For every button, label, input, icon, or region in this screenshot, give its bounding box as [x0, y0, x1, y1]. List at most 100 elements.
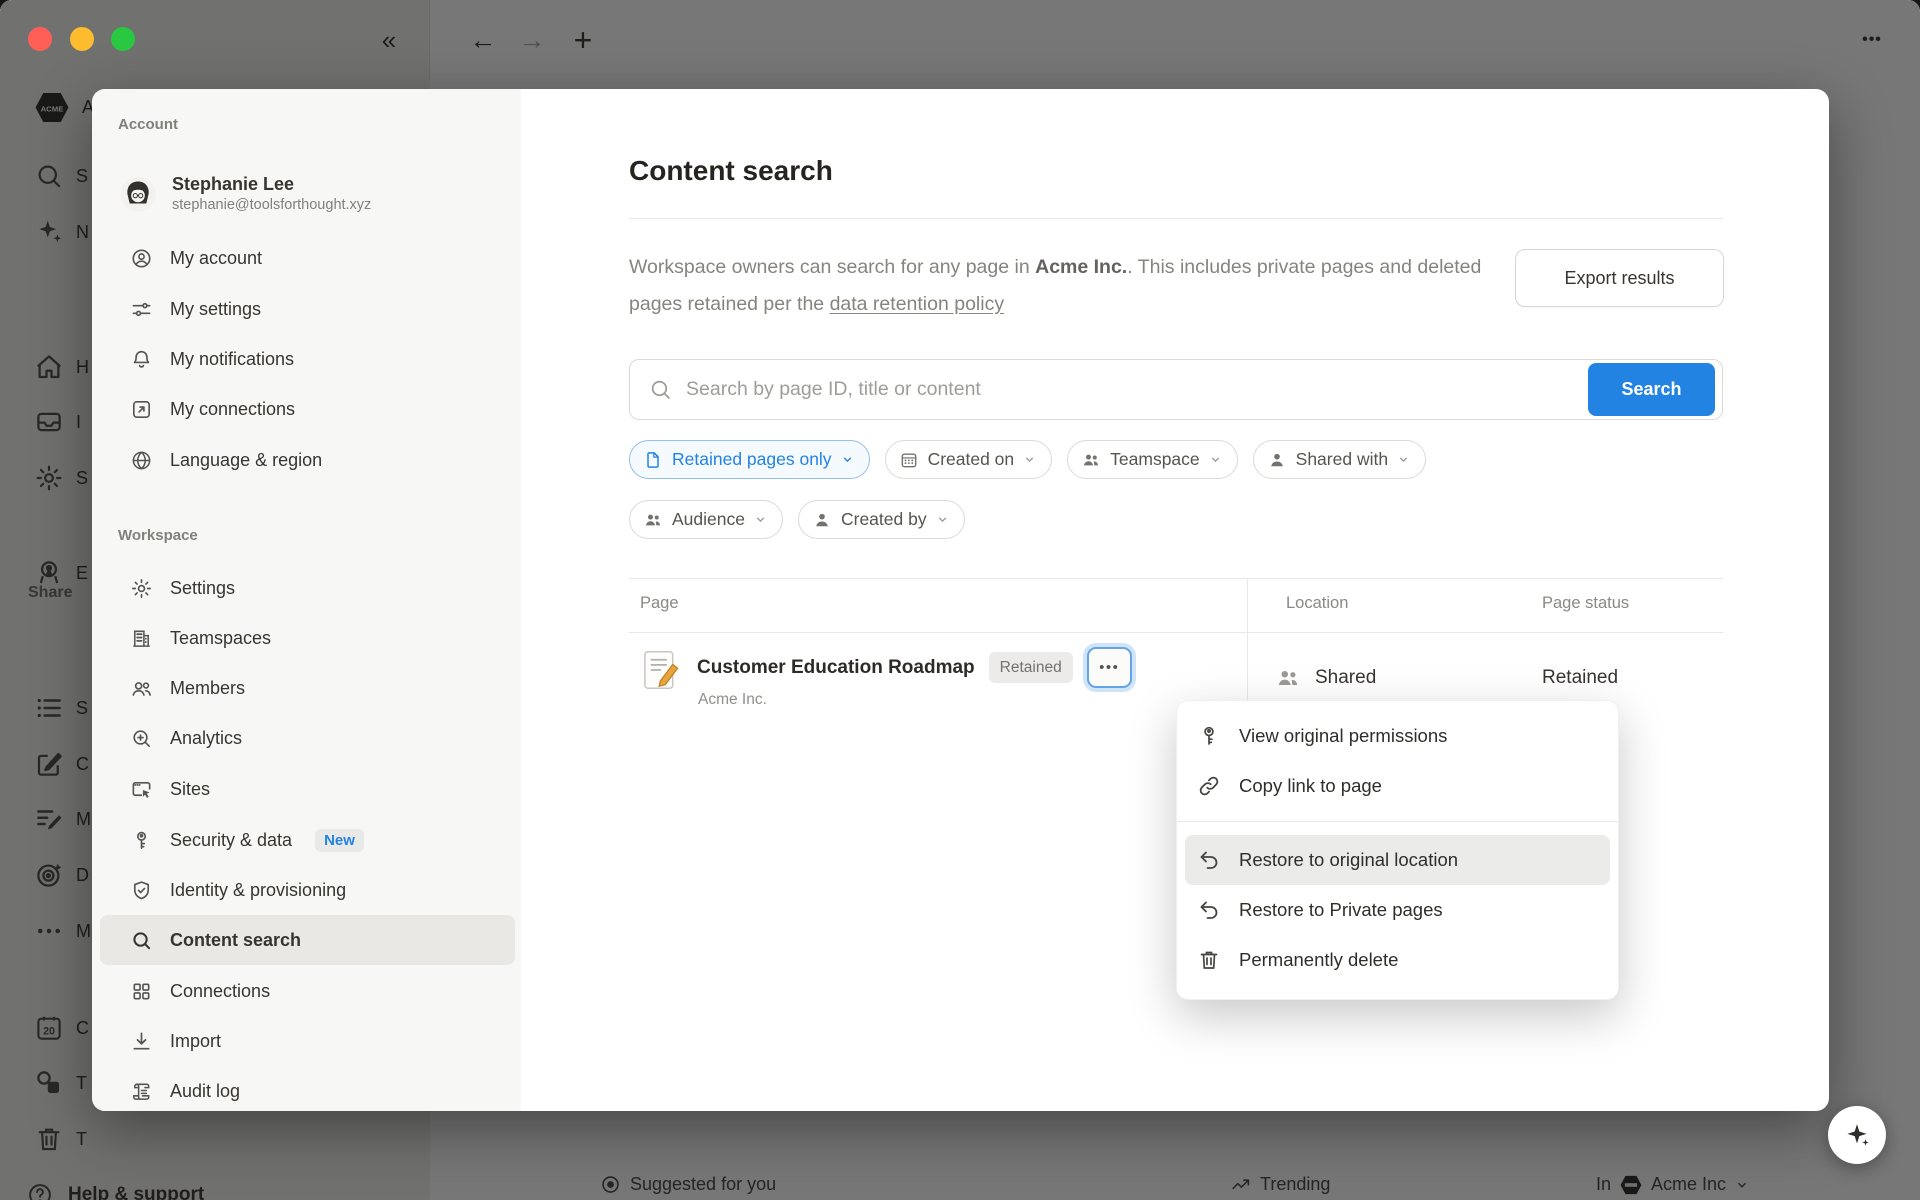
menu-item-permanently-delete[interactable]: Permanently delete	[1185, 935, 1610, 985]
filter-chip-created-on[interactable]: Created on	[885, 440, 1053, 479]
nav-item-my-connections[interactable]: My connections	[100, 384, 515, 434]
desc-part: Workspace owners can search for any page…	[629, 256, 1035, 278]
bell-icon	[130, 348, 153, 371]
person-icon	[812, 510, 832, 530]
nav-item-label: Sites	[170, 779, 210, 800]
menu-divider	[1177, 821, 1618, 822]
chevron-down-icon	[754, 513, 767, 526]
close-window-button[interactable]	[28, 27, 52, 51]
nav-item-label: Settings	[170, 578, 235, 599]
nav-item-label: Audit log	[170, 1081, 240, 1102]
gear-icon	[130, 577, 153, 600]
nav-item-label: Members	[170, 678, 245, 699]
chip-label: Audience	[672, 509, 745, 530]
search-input[interactable]	[629, 359, 1723, 420]
menu-item-copy-link-to-page[interactable]: Copy link to page	[1185, 761, 1610, 811]
export-results-button[interactable]: Export results	[1515, 249, 1724, 307]
nav-item-teamspaces[interactable]: Teamspaces	[100, 613, 515, 663]
scroll-icon	[130, 1080, 153, 1103]
document-icon	[643, 450, 663, 470]
nav-item-members[interactable]: Members	[100, 663, 515, 713]
nav-item-label: Language & region	[170, 450, 322, 471]
chevron-down-icon	[841, 453, 854, 466]
retained-badge: Retained	[989, 652, 1073, 683]
menu-item-label: Copy link to page	[1239, 775, 1382, 797]
screen: « ← → + ••• ACME A S N H	[0, 0, 1920, 1200]
divider	[629, 218, 1723, 219]
nav-item-audit-log[interactable]: Audit log	[100, 1066, 515, 1116]
nav-user-row[interactable]: Stephanie Lee stephanie@toolsforthought.…	[100, 166, 515, 222]
description-text: Workspace owners can search for any page…	[629, 249, 1489, 323]
people-icon	[1081, 450, 1101, 470]
nav-item-identity-provisioning[interactable]: Identity & provisioning	[100, 865, 515, 915]
chip-label: Retained pages only	[672, 449, 832, 470]
menu-item-restore-to-private-pages[interactable]: Restore to Private pages	[1185, 885, 1610, 935]
row-actions-button[interactable]: •••	[1087, 647, 1132, 688]
menu-item-label: Permanently delete	[1239, 949, 1398, 971]
key-icon	[1197, 724, 1221, 748]
nav-item-my-account[interactable]: My account	[100, 233, 515, 283]
nav-item-settings[interactable]: Settings	[100, 563, 515, 613]
trash-icon	[1197, 948, 1221, 972]
column-header-page-status: Page status	[1542, 594, 1629, 613]
search-button[interactable]: Search	[1588, 363, 1715, 416]
nav-item-label: Identity & provisioning	[170, 880, 346, 901]
magnifier-plus-icon	[130, 727, 153, 750]
nav-item-label: Security & data	[170, 830, 292, 851]
filter-chip-retained-pages-only[interactable]: Retained pages only	[629, 440, 870, 479]
menu-item-label: Restore to original location	[1239, 849, 1458, 871]
table-top-border	[629, 578, 1723, 579]
menu-item-restore-to-original-location[interactable]: Restore to original location	[1185, 835, 1610, 885]
nav-item-import[interactable]: Import	[100, 1016, 515, 1066]
grid-icon	[130, 980, 153, 1003]
people-icon	[643, 510, 663, 530]
nav-item-label: Connections	[170, 981, 270, 1002]
page-workspace-cell: Acme Inc.	[698, 691, 767, 709]
nav-item-my-notifications[interactable]: My notifications	[100, 334, 515, 384]
chevron-down-icon	[1209, 453, 1222, 466]
nav-item-analytics[interactable]: Analytics	[100, 713, 515, 763]
filter-chip-teamspace[interactable]: Teamspace	[1067, 440, 1238, 479]
filter-chip-audience[interactable]: Audience	[629, 500, 783, 539]
settings-nav: Account Stephanie Lee stephanie@toolsfor…	[92, 89, 521, 1111]
search-icon	[130, 929, 153, 952]
search-bar: Search	[629, 359, 1723, 420]
nav-section-workspace: Workspace	[118, 527, 198, 544]
browser-cursor-icon	[130, 778, 153, 801]
content-search-panel: Content search Workspace owners can sear…	[521, 89, 1829, 1111]
filter-chip-created-by[interactable]: Created by	[798, 500, 965, 539]
chip-label: Teamspace	[1110, 449, 1200, 470]
shield-check-icon	[130, 879, 153, 902]
nav-item-label: My settings	[170, 299, 261, 320]
nav-item-connections[interactable]: Connections	[100, 966, 515, 1016]
nav-item-language-region[interactable]: Language & region	[100, 435, 515, 485]
person-circle-icon	[130, 247, 153, 270]
ai-assistant-button[interactable]	[1828, 1106, 1886, 1164]
page-title-cell[interactable]: Customer Education Roadmap	[697, 657, 975, 679]
nav-item-content-search[interactable]: Content search	[100, 915, 515, 965]
page-title: Content search	[629, 155, 833, 187]
zoom-window-button[interactable]	[111, 27, 135, 51]
nav-item-label: My connections	[170, 399, 295, 420]
globe-icon	[130, 449, 153, 472]
people-icon	[130, 677, 153, 700]
data-retention-policy-link[interactable]: data retention policy	[830, 293, 1005, 315]
nav-item-sites[interactable]: Sites	[100, 764, 515, 814]
minimize-window-button[interactable]	[70, 27, 94, 51]
workspace-name-bold: Acme Inc.	[1035, 256, 1127, 278]
chevron-down-icon	[1397, 453, 1410, 466]
chip-label: Created by	[841, 509, 927, 530]
arrow-up-right-box-icon	[130, 398, 153, 421]
filter-chip-shared-with[interactable]: Shared with	[1253, 440, 1426, 479]
menu-item-view-original-permissions[interactable]: View original permissions	[1185, 711, 1610, 761]
nav-item-my-settings[interactable]: My settings	[100, 284, 515, 334]
sparkle-icon	[1843, 1121, 1871, 1149]
filter-row-1: Retained pages only Created on Teamspace…	[629, 440, 1426, 479]
chip-label: Created on	[928, 449, 1015, 470]
download-icon	[130, 1030, 153, 1053]
undo-icon	[1197, 898, 1221, 922]
user-name: Stephanie Lee	[172, 173, 371, 196]
nav-section-account: Account	[118, 116, 178, 133]
link-icon	[1197, 774, 1221, 798]
nav-item-security-data[interactable]: Security & data New	[100, 815, 515, 865]
